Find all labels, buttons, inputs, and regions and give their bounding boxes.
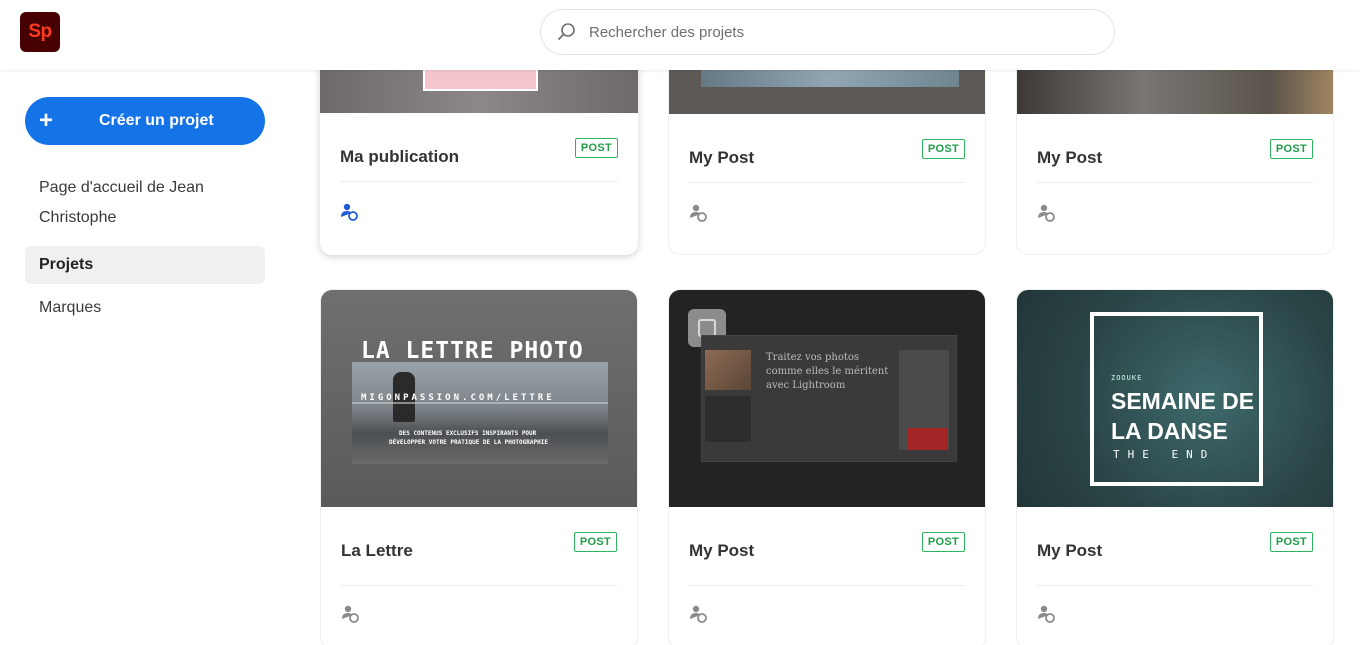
project-thumbnail[interactable]: [320, 70, 638, 113]
poster-line3: avec Lightroom: [766, 380, 846, 391]
poster-subtitle: MIGONPASSION.COM/LETTRE: [361, 393, 555, 403]
post-badge: POST: [573, 532, 617, 552]
project-thumbnail[interactable]: ZOOUKE SEMAINE DE LA DANSE THE END: [1017, 290, 1333, 507]
poster-sub: THE END: [1113, 448, 1216, 461]
project-title[interactable]: My Post: [1037, 541, 1102, 561]
divider: [689, 585, 965, 586]
search-bar[interactable]: [540, 9, 1115, 55]
projects-grid: Ma publication POST My Post POST My Post…: [290, 70, 1360, 645]
search-input[interactable]: [589, 23, 1069, 41]
project-card[interactable]: My Post POST: [668, 70, 986, 255]
post-badge: POST: [1269, 139, 1313, 159]
divider: [341, 585, 617, 586]
project-card[interactable]: ZOOUKE SEMAINE DE LA DANSE THE END My Po…: [1016, 289, 1334, 645]
poster-title2: LA DANSE: [1111, 418, 1228, 444]
project-thumbnail[interactable]: [669, 70, 985, 114]
shared-user-icon: [690, 204, 707, 222]
poster-line1: Traitez vos photos: [766, 352, 860, 363]
poster-line2: DÉVELOPPER VOTRE PRATIQUE DE LA PHOTOGRA…: [389, 439, 548, 446]
poster-title: LA LETTRE PHOTO: [361, 338, 584, 364]
poster-line2: comme elles le méritent: [766, 366, 889, 377]
project-card[interactable]: Traitez vos photos comme elles le mérite…: [668, 289, 986, 645]
post-badge: POST: [921, 532, 965, 552]
project-title[interactable]: My Post: [689, 541, 754, 561]
project-card[interactable]: Ma publication POST: [320, 70, 638, 255]
divider: [689, 182, 965, 183]
plus-icon: +: [38, 107, 53, 134]
sidebar-item-brands[interactable]: Marques: [25, 293, 265, 323]
sidebar-item-projects[interactable]: Projets: [25, 246, 265, 284]
search-icon: [558, 23, 575, 40]
post-badge: POST: [921, 139, 965, 159]
project-card[interactable]: My Post POST: [1016, 70, 1334, 255]
create-project-label: Créer un projet: [99, 112, 214, 129]
logo-text: Sp: [28, 21, 52, 42]
create-project-button[interactable]: + Créer un projet: [25, 97, 265, 145]
project-title[interactable]: My Post: [689, 148, 754, 168]
project-thumbnail[interactable]: Traitez vos photos comme elles le mérite…: [669, 290, 985, 507]
post-badge: POST: [1269, 532, 1313, 552]
project-thumbnail[interactable]: LA LETTRE PHOTO MIGONPASSION.COM/LETTRE …: [321, 290, 637, 507]
divider: [1037, 585, 1313, 586]
sidebar-item-home[interactable]: Page d'accueil de Jean Christophe: [25, 173, 265, 233]
project-card[interactable]: LA LETTRE PHOTO MIGONPASSION.COM/LETTRE …: [320, 289, 638, 645]
shared-user-icon: [690, 605, 707, 623]
shared-user-icon: [1038, 605, 1055, 623]
project-title[interactable]: Ma publication: [340, 147, 459, 167]
project-thumbnail[interactable]: [1017, 70, 1333, 114]
project-title[interactable]: My Post: [1037, 148, 1102, 168]
divider: [340, 181, 618, 182]
sidebar: + Créer un projet Page d'accueil de Jean…: [0, 70, 290, 645]
post-badge: POST: [574, 138, 618, 158]
top-bar: Sp: [0, 0, 1360, 70]
shared-user-icon: [342, 605, 359, 623]
poster-line1: DES CONTENUS EXCLUSIFS INSPIRANTS POUR: [399, 430, 537, 437]
app-logo[interactable]: Sp: [20, 12, 60, 52]
shared-user-icon: [1038, 204, 1055, 222]
shared-user-icon: [341, 203, 358, 221]
poster-small: ZOOUKE: [1111, 374, 1143, 382]
poster-title1: SEMAINE DE: [1111, 388, 1255, 414]
project-title[interactable]: La Lettre: [341, 541, 413, 561]
divider: [1037, 182, 1313, 183]
